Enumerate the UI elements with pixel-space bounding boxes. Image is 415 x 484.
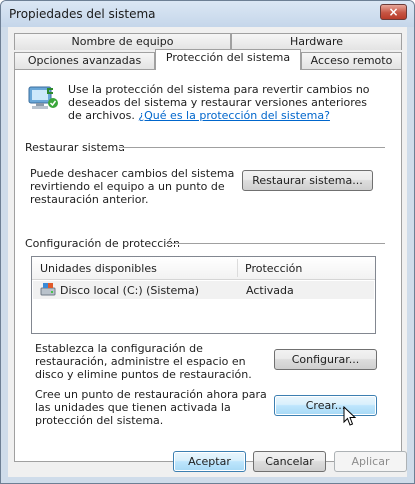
system-properties-window: Propiedades del sistema × Nombre de equi… — [0, 0, 415, 484]
what-is-system-protection-link[interactable]: ¿Qué es la protección del sistema? — [138, 109, 330, 122]
apply-button[interactable]: Aplicar — [334, 451, 407, 472]
restore-button-label: Restaurar sistema... — [252, 174, 363, 187]
tab-label: Acceso remoto — [310, 54, 393, 67]
tab-hardware[interactable]: Hardware — [231, 33, 402, 50]
window-title: Propiedades del sistema — [9, 7, 156, 21]
tab-opciones-avanzadas[interactable]: Opciones avanzadas — [14, 52, 155, 69]
tab-label: Opciones avanzadas — [27, 54, 142, 67]
tab-acceso-remoto[interactable]: Acceso remoto — [301, 52, 402, 69]
title-bar[interactable]: Propiedades del sistema × — [1, 1, 414, 27]
close-button[interactable]: × — [380, 4, 407, 20]
configure-button[interactable]: Configurar... — [274, 349, 377, 370]
tab-label: Nombre de equipo — [71, 35, 174, 48]
ok-button[interactable]: Aceptar — [173, 451, 246, 472]
ok-button-label: Aceptar — [188, 455, 231, 468]
cancel-button[interactable]: Cancelar — [253, 451, 326, 472]
create-button[interactable]: Crear... — [274, 395, 377, 416]
tab-nombre-de-equipo[interactable]: Nombre de equipo — [14, 33, 231, 50]
create-button-label: Crear... — [305, 399, 346, 412]
restore-system-button[interactable]: Restaurar sistema... — [242, 170, 373, 191]
cancel-button-label: Cancelar — [265, 455, 314, 468]
tab-label: Hardware — [289, 35, 344, 48]
apply-button-label: Aplicar — [351, 455, 390, 468]
configure-button-label: Configurar... — [291, 353, 360, 366]
close-icon: × — [388, 5, 399, 19]
tab-proteccion-del-sistema[interactable]: Protección del sistema — [155, 49, 301, 70]
tab-label: Protección del sistema — [165, 51, 291, 64]
